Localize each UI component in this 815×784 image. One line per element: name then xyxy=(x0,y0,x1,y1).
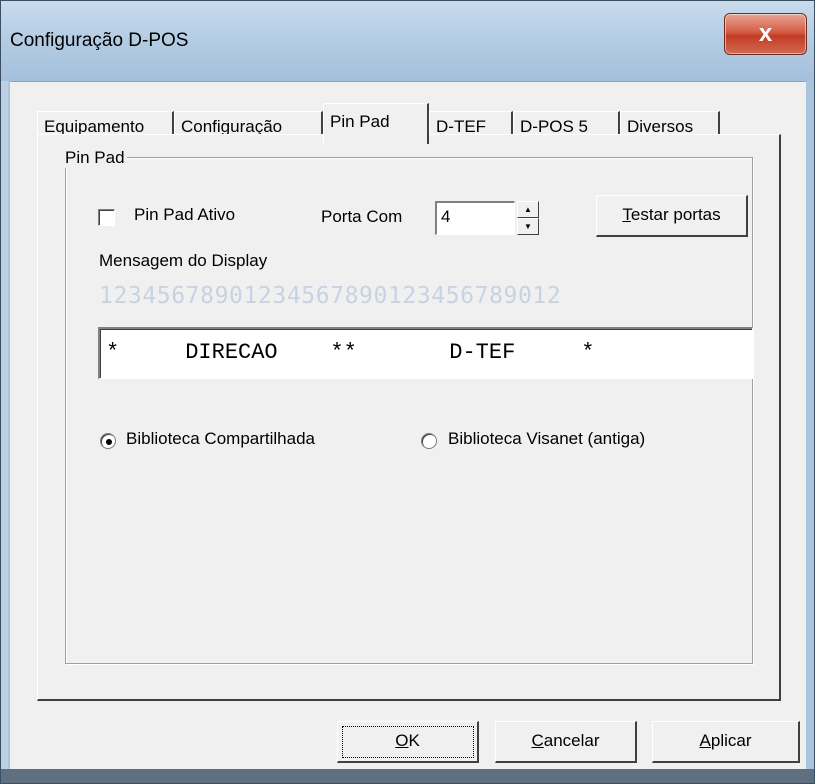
cancelar-mnemonic: C xyxy=(531,731,544,750)
mensagem-display-label: Mensagem do Display xyxy=(99,251,268,270)
radio-biblioteca-compartilhada[interactable] xyxy=(100,433,116,449)
testar-mnemonic: T xyxy=(622,205,631,224)
cancel-button[interactable]: Cancelar xyxy=(495,721,637,763)
pin-pad-ativo-label: Pin Pad Ativo xyxy=(134,205,236,224)
apply-button[interactable]: Aplicar xyxy=(652,721,800,763)
window-frame-bottom xyxy=(1,769,814,783)
testar-portas-button[interactable]: Testar portas xyxy=(596,195,748,237)
arrow-up-icon[interactable]: ▲ xyxy=(517,201,539,218)
display-message-field[interactable]: * DIRECAO ** D-TEF * xyxy=(98,327,753,379)
title-bar[interactable]: Configuração D-POS x xyxy=(1,1,814,81)
pin-pad-ativo-checkbox[interactable] xyxy=(98,209,115,226)
window-frame-left xyxy=(1,1,8,783)
groupbox-title: Pin Pad xyxy=(63,148,127,168)
porta-com-spinner: ▲ ▼ xyxy=(517,201,539,235)
close-button[interactable]: x xyxy=(724,13,807,55)
ok-label: K xyxy=(408,731,420,750)
aplicar-mnemonic: A xyxy=(699,731,711,750)
cancelar-label: ancelar xyxy=(543,731,600,750)
tab-panel-pin-pad: Pin Pad Pin Pad Ativo Porta Com 4 ▲ ▼ Te… xyxy=(37,134,781,701)
radio-biblioteca-visanet[interactable] xyxy=(421,433,437,449)
testar-label: estar portas xyxy=(630,205,721,224)
window-title: Configuração D-POS xyxy=(10,30,189,51)
close-icon: x xyxy=(758,20,773,47)
radio-compartilhada-label: Biblioteca Compartilhada xyxy=(126,429,315,448)
dialog-client-area: Equipamento Configuração Pin Pad D-TEF D… xyxy=(10,81,806,773)
porta-com-label: Porta Com xyxy=(321,207,403,226)
tab-label: Pin Pad xyxy=(330,112,390,131)
tab-pin-pad[interactable]: Pin Pad xyxy=(323,103,429,144)
aplicar-label: plicar xyxy=(710,731,752,750)
dialog-window: Configuração D-POS x Equipamento Configu… xyxy=(0,0,815,784)
radio-visanet-label: Biblioteca Visanet (antiga) xyxy=(448,429,646,448)
ok-mnemonic: O xyxy=(395,731,409,750)
display-ruler: 12345678901234567890123456789012 xyxy=(99,283,562,309)
arrow-down-icon[interactable]: ▼ xyxy=(517,218,539,235)
porta-com-input[interactable]: 4 xyxy=(435,201,515,235)
ok-button[interactable]: OK xyxy=(337,721,479,763)
